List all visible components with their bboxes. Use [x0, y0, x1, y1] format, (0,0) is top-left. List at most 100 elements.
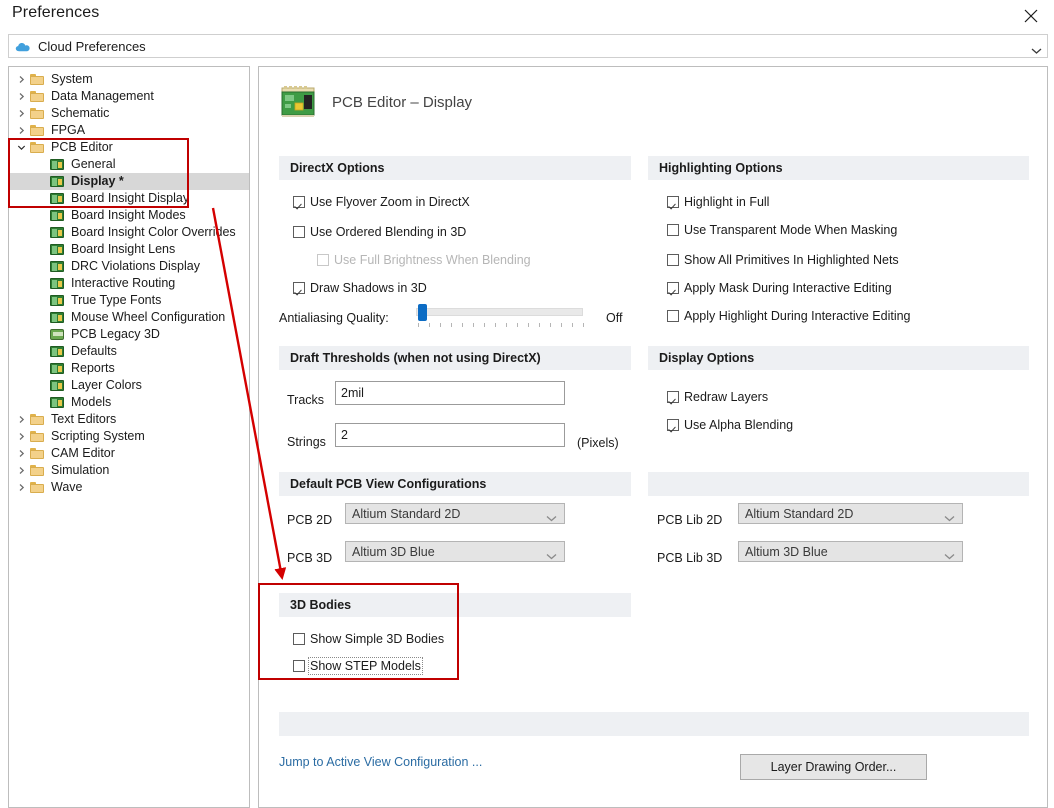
pcb-3d-combobox[interactable]: Altium 3D Blue: [345, 541, 565, 562]
chevron-down-icon[interactable]: [944, 510, 955, 522]
tree-item-label: Layer Colors: [71, 378, 142, 392]
tree-item-schematic[interactable]: Schematic: [9, 105, 249, 122]
tree-item-text-editors[interactable]: Text Editors: [9, 411, 249, 428]
checkbox-box[interactable]: [293, 226, 305, 238]
checkbox-label: Redraw Layers: [684, 390, 769, 404]
tree-item-label: Simulation: [51, 463, 110, 477]
tree-item-general[interactable]: General: [9, 156, 249, 173]
checkbox-box[interactable]: [293, 196, 305, 208]
checkbox-show-simple-3d-bodies[interactable]: Show Simple 3D Bodies: [293, 632, 444, 646]
pcb-2d-label: PCB 2D: [287, 513, 333, 527]
checkbox-box[interactable]: [667, 391, 679, 403]
chevron-right-icon[interactable]: [13, 71, 29, 88]
checkbox-use-ordered-blending[interactable]: Use Ordered Blending in 3D: [293, 225, 466, 239]
tree-item-label: CAM Editor: [51, 446, 115, 460]
checkbox-label: Apply Highlight During Interactive Editi…: [684, 309, 911, 323]
checkbox-box[interactable]: [667, 224, 679, 236]
chevron-down-icon[interactable]: [546, 548, 557, 560]
chevron-right-icon[interactable]: [13, 88, 29, 105]
checkbox-show-step-models[interactable]: Show STEP Models: [293, 657, 423, 675]
checkbox-use-flyover-zoom[interactable]: Use Flyover Zoom in DirectX: [293, 195, 470, 209]
pcb-chip-icon: [49, 243, 66, 257]
chevron-right-icon[interactable]: [13, 411, 29, 428]
tree-item-models[interactable]: Models: [9, 394, 249, 411]
tree-item-label: DRC Violations Display: [71, 259, 200, 273]
tree-item-cam-editor[interactable]: CAM Editor: [9, 445, 249, 462]
preferences-tree-panel[interactable]: System Data Management Schematic FPGA PCB Ed…: [8, 66, 250, 808]
chevron-down-icon[interactable]: [1031, 43, 1042, 54]
pcb-lib-3d-combobox[interactable]: Altium 3D Blue: [738, 541, 963, 562]
checkbox-box[interactable]: [293, 660, 305, 672]
checkbox-box[interactable]: [667, 310, 679, 322]
tree-item-mouse-wheel-configuration[interactable]: Mouse Wheel Configuration: [9, 309, 249, 326]
tree-item-board-insight-modes[interactable]: Board Insight Modes: [9, 207, 249, 224]
preferences-tree[interactable]: System Data Management Schematic FPGA PCB Ed…: [9, 67, 249, 496]
pcb-chip-icon: [49, 260, 66, 274]
tree-item-display[interactable]: Display *: [9, 173, 249, 190]
tree-item-data-management[interactable]: Data Management: [9, 88, 249, 105]
tree-item-interactive-routing[interactable]: Interactive Routing: [9, 275, 249, 292]
strings-input[interactable]: 2: [335, 423, 565, 447]
checkbox-highlight-in-full[interactable]: Highlight in Full: [667, 195, 769, 209]
highlighting-options-title: Highlighting Options: [659, 161, 783, 175]
slider-track[interactable]: [416, 308, 583, 316]
chevron-right-icon[interactable]: [13, 479, 29, 496]
checkbox-box[interactable]: [667, 419, 679, 431]
folder-icon: [29, 73, 46, 87]
tree-item-board-insight-color-overrides[interactable]: Board Insight Color Overrides: [9, 224, 249, 241]
pcb-lib-2d-label: PCB Lib 2D: [657, 513, 723, 527]
chevron-right-icon[interactable]: [13, 105, 29, 122]
checkbox-use-alpha-blending[interactable]: Use Alpha Blending: [667, 418, 793, 432]
checkbox-use-transparent-mode[interactable]: Use Transparent Mode When Masking: [667, 223, 897, 237]
close-icon[interactable]: [1008, 0, 1054, 31]
tree-item-defaults[interactable]: Defaults: [9, 343, 249, 360]
folder-icon: [29, 107, 46, 121]
chevron-right-icon[interactable]: [13, 445, 29, 462]
tracks-input[interactable]: 2mil: [335, 381, 565, 405]
chevron-right-icon[interactable]: [13, 122, 29, 139]
checkbox-box[interactable]: [667, 282, 679, 294]
checkbox-box[interactable]: [667, 196, 679, 208]
tree-item-pcb-legacy-3d[interactable]: PCB Legacy 3D: [9, 326, 249, 343]
page-title: PCB Editor – Display: [332, 93, 473, 111]
chevron-down-icon[interactable]: [546, 510, 557, 522]
directx-options-title: DirectX Options: [290, 161, 385, 175]
tree-item-board-insight-display[interactable]: Board Insight Display: [9, 190, 249, 207]
tree-item-board-insight-lens[interactable]: Board Insight Lens: [9, 241, 249, 258]
checkbox-apply-highlight-interactive[interactable]: Apply Highlight During Interactive Editi…: [667, 309, 911, 323]
tree-item-wave[interactable]: Wave: [9, 479, 249, 496]
checkbox-box[interactable]: [667, 254, 679, 266]
antialiasing-quality-label: Antialiasing Quality:: [279, 311, 389, 325]
tree-item-true-type-fonts[interactable]: True Type Fonts: [9, 292, 249, 309]
pcb-3d-value: Altium 3D Blue: [352, 544, 435, 559]
pcb-2d-combobox[interactable]: Altium Standard 2D: [345, 503, 565, 524]
tree-item-scripting-system[interactable]: Scripting System: [9, 428, 249, 445]
chevron-down-icon[interactable]: [944, 548, 955, 560]
checkbox-redraw-layers[interactable]: Redraw Layers: [667, 390, 768, 404]
slider-thumb[interactable]: [418, 304, 427, 321]
pcb-chip-icon: [49, 311, 66, 325]
pcb-3d-icon: [49, 328, 66, 342]
jump-to-active-view-configuration-link[interactable]: Jump to Active View Configuration ...: [279, 755, 482, 769]
chevron-down-icon[interactable]: [13, 139, 29, 156]
chevron-right-icon[interactable]: [13, 428, 29, 445]
chevron-right-icon[interactable]: [13, 462, 29, 479]
tree-item-reports[interactable]: Reports: [9, 360, 249, 377]
checkbox-box[interactable]: [293, 282, 305, 294]
checkbox-box[interactable]: [293, 633, 305, 645]
tree-item-drc-violations-display[interactable]: DRC Violations Display: [9, 258, 249, 275]
tree-item-pcb-editor[interactable]: PCB Editor: [9, 139, 249, 156]
pcb-lib-2d-combobox[interactable]: Altium Standard 2D: [738, 503, 963, 524]
antialiasing-quality-slider[interactable]: [416, 302, 586, 330]
tree-item-layer-colors[interactable]: Layer Colors: [9, 377, 249, 394]
cloud-preferences-bar[interactable]: Cloud Preferences: [8, 34, 1048, 58]
window-title-bar: Preferences: [0, 0, 1054, 31]
checkbox-apply-mask-interactive[interactable]: Apply Mask During Interactive Editing: [667, 281, 892, 295]
tree-item-simulation[interactable]: Simulation: [9, 462, 249, 479]
layer-drawing-order-button[interactable]: Layer Drawing Order...: [740, 754, 927, 780]
checkbox-show-all-primitives[interactable]: Show All Primitives In Highlighted Nets: [667, 253, 899, 267]
tree-item-fpga[interactable]: FPGA: [9, 122, 249, 139]
checkbox-draw-shadows-3d[interactable]: Draw Shadows in 3D: [293, 281, 427, 295]
tree-item-system[interactable]: System: [9, 71, 249, 88]
